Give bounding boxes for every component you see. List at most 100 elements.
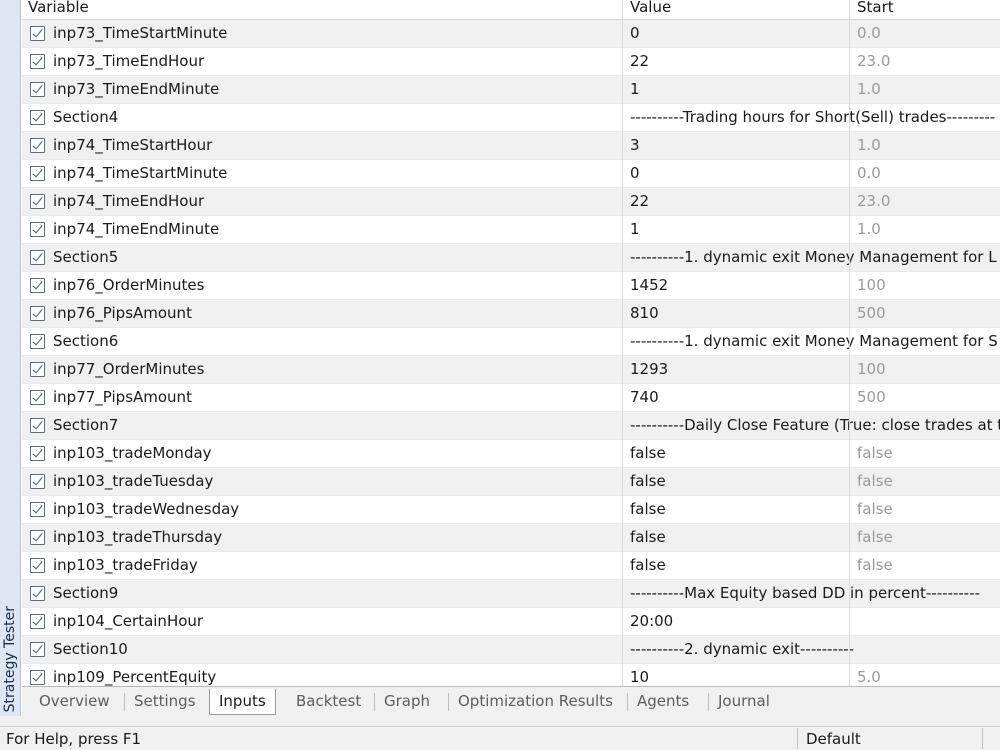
strategy-tester-side-panel[interactable]: Strategy Tester (0, 0, 21, 716)
start-cell[interactable]: 0.0 (857, 164, 881, 182)
row-checkbox[interactable] (30, 586, 45, 601)
table-row[interactable]: Section9 ----------Max Equity based DD in… (22, 580, 1000, 608)
row-checkbox[interactable] (30, 278, 45, 293)
value-cell[interactable]: ----------Daily Close Feature (True: clo… (630, 416, 1000, 434)
row-checkbox[interactable] (30, 558, 45, 573)
column-divider[interactable] (622, 0, 623, 20)
value-cell[interactable]: 1452 (630, 276, 668, 294)
row-checkbox[interactable] (30, 138, 45, 153)
tab-agents[interactable]: Agents (628, 689, 698, 715)
row-checkbox[interactable] (30, 614, 45, 629)
column-header-variable[interactable]: Variable (28, 0, 89, 18)
row-checkbox[interactable] (30, 250, 45, 265)
table-row[interactable]: Section7 ----------Daily Close Feature (T… (22, 412, 1000, 440)
row-checkbox[interactable] (30, 54, 45, 69)
row-checkbox[interactable] (30, 642, 45, 657)
value-cell[interactable]: false (630, 556, 666, 574)
start-cell[interactable]: 500 (857, 388, 886, 406)
row-checkbox[interactable] (30, 222, 45, 237)
column-divider[interactable] (849, 0, 850, 20)
table-row[interactable]: Section5 ----------1. dynamic exit Money … (22, 244, 1000, 272)
row-checkbox[interactable] (30, 82, 45, 97)
table-row[interactable]: Section4 ----------Trading hours for Shor… (22, 104, 1000, 132)
tab-optimization-results[interactable]: Optimization Results (449, 689, 622, 715)
value-cell[interactable]: 20:00 (630, 612, 673, 630)
table-row[interactable]: inp103_tradeTuesday false false (22, 468, 1000, 496)
start-cell[interactable]: 1.0 (857, 136, 881, 154)
tab-backtest[interactable]: Backtest (287, 689, 370, 715)
value-cell[interactable]: 3 (630, 136, 640, 154)
value-cell[interactable]: false (630, 444, 666, 462)
value-cell[interactable]: false (630, 528, 666, 546)
start-cell[interactable]: 100 (857, 360, 886, 378)
value-cell[interactable]: false (630, 472, 666, 490)
table-row[interactable]: inp104_CertainHour 20:00 (22, 608, 1000, 636)
row-checkbox[interactable] (30, 502, 45, 517)
row-checkbox[interactable] (30, 334, 45, 349)
start-cell[interactable]: false (857, 472, 893, 490)
table-row[interactable]: inp74_TimeEndMinute 1 1.0 (22, 216, 1000, 244)
value-cell[interactable]: 1 (630, 220, 640, 238)
row-checkbox[interactable] (30, 390, 45, 405)
start-cell[interactable]: false (857, 528, 893, 546)
table-row[interactable]: inp73_TimeEndMinute 1 1.0 (22, 76, 1000, 104)
table-row[interactable]: inp103_tradeWednesday false false (22, 496, 1000, 524)
row-checkbox[interactable] (30, 530, 45, 545)
table-row[interactable]: inp74_TimeStartHour 3 1.0 (22, 132, 1000, 160)
value-cell[interactable]: 10 (630, 668, 649, 686)
start-cell[interactable]: 1.0 (857, 220, 881, 238)
tab-graph[interactable]: Graph (375, 689, 439, 715)
table-row[interactable]: inp103_tradeFriday false false (22, 552, 1000, 580)
table-row[interactable]: inp103_tradeThursday false false (22, 524, 1000, 552)
row-checkbox[interactable] (30, 166, 45, 181)
table-row[interactable]: inp76_OrderMinutes 1452 100 (22, 272, 1000, 300)
start-cell[interactable]: false (857, 444, 893, 462)
table-row[interactable]: inp77_PipsAmount 740 500 (22, 384, 1000, 412)
row-checkbox[interactable] (30, 362, 45, 377)
tab-settings[interactable]: Settings (125, 689, 205, 715)
start-cell[interactable]: 23.0 (857, 192, 890, 210)
value-cell[interactable]: ----------1. dynamic exit Money Manageme… (630, 248, 997, 266)
value-cell[interactable]: ----------Max Equity based DD in percent… (630, 584, 980, 602)
value-cell[interactable]: 22 (630, 52, 649, 70)
row-checkbox[interactable] (30, 446, 45, 461)
table-row[interactable]: inp109_PercentEquity 10 5.0 (22, 664, 1000, 686)
value-cell[interactable]: 810 (630, 304, 659, 322)
tab-journal[interactable]: Journal (709, 689, 779, 715)
row-checkbox[interactable] (30, 194, 45, 209)
value-cell[interactable]: ----------2. dynamic exit---------- (630, 640, 854, 658)
value-cell[interactable]: 1 (630, 80, 640, 98)
row-checkbox[interactable] (30, 110, 45, 125)
table-row[interactable]: inp73_TimeEndHour 22 23.0 (22, 48, 1000, 76)
value-cell[interactable]: 1293 (630, 360, 668, 378)
value-cell[interactable]: 740 (630, 388, 659, 406)
table-row[interactable]: inp74_TimeStartMinute 0 0.0 (22, 160, 1000, 188)
row-checkbox[interactable] (30, 306, 45, 321)
value-cell[interactable]: ----------1. dynamic exit Money Manageme… (630, 332, 998, 350)
start-cell[interactable]: 0.0 (857, 24, 881, 42)
table-row[interactable]: inp73_TimeStartMinute 0 0.0 (22, 20, 1000, 48)
table-row[interactable]: Section10 ----------2. dynamic exit------… (22, 636, 1000, 664)
table-row[interactable]: inp74_TimeEndHour 22 23.0 (22, 188, 1000, 216)
table-row[interactable]: inp77_OrderMinutes 1293 100 (22, 356, 1000, 384)
value-cell[interactable]: 0 (630, 24, 640, 42)
value-cell[interactable]: false (630, 500, 666, 518)
row-checkbox[interactable] (30, 474, 45, 489)
table-row[interactable]: inp103_tradeMonday false false (22, 440, 1000, 468)
column-header-value[interactable]: Value (630, 0, 671, 18)
start-cell[interactable]: 500 (857, 304, 886, 322)
start-cell[interactable]: false (857, 556, 893, 574)
row-checkbox[interactable] (30, 670, 45, 685)
value-cell[interactable]: ----------Trading hours for Short(Sell) … (630, 108, 995, 126)
table-row[interactable]: inp76_PipsAmount 810 500 (22, 300, 1000, 328)
column-header-start[interactable]: Start (857, 0, 894, 18)
start-cell[interactable]: 5.0 (857, 668, 881, 686)
start-cell[interactable]: 23.0 (857, 52, 890, 70)
value-cell[interactable]: 22 (630, 192, 649, 210)
table-row[interactable]: Section6 ----------1. dynamic exit Money … (22, 328, 1000, 356)
start-cell[interactable]: false (857, 500, 893, 518)
start-cell[interactable]: 100 (857, 276, 886, 294)
value-cell[interactable]: 0 (630, 164, 640, 182)
row-checkbox[interactable] (30, 26, 45, 41)
tab-inputs[interactable]: Inputs (209, 689, 276, 715)
